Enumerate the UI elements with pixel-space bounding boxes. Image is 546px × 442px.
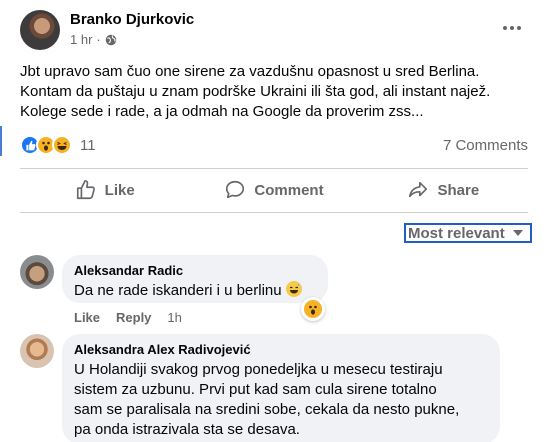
post-header: Branko Djurkovic 1 hr · <box>20 10 530 56</box>
reactions-count: 11 <box>80 136 96 154</box>
comment-author[interactable]: Aleksandar Radic <box>74 263 316 279</box>
post-time[interactable]: 1 hr <box>70 32 92 47</box>
focus-accent <box>0 126 2 156</box>
comment-sort-dropdown[interactable]: Most relevant <box>404 223 532 243</box>
haha-reaction-icon <box>52 135 72 155</box>
like-button-label: Like <box>104 181 135 199</box>
comment-text: Da ne rade iskanderi i u berlinu <box>74 281 316 301</box>
comment-like-link[interactable]: Like <box>74 310 100 325</box>
comment-text-content: Da ne rade iskanderi i u berlinu <box>74 282 282 299</box>
post-actions-bar: Like Comment Share <box>20 170 528 210</box>
comment-bubble: Aleksandar Radic Da ne rade iskanderi i … <box>62 255 328 303</box>
comment-reaction[interactable] <box>301 297 325 321</box>
post-text: Jbt upravo sam čuo one sirene za vazdušn… <box>20 62 536 122</box>
commenter-avatar[interactable] <box>20 334 54 368</box>
share-icon <box>409 181 428 198</box>
comment-reply-link[interactable]: Reply <box>116 310 151 325</box>
comment-button-label: Comment <box>254 181 324 199</box>
share-button-label: Share <box>437 181 480 199</box>
grinning-sweat-emoji-icon <box>285 281 302 297</box>
post-text-line: Kontam da puštaju u znam podrške Ukraini… <box>20 83 491 100</box>
author-avatar[interactable] <box>20 10 60 50</box>
comment-text: U Holandiji svakog prvog ponedeljka u me… <box>74 360 488 440</box>
comment-text-line: sistem za uzbunu. Prvi put kad sam cula … <box>74 381 437 398</box>
comment-text-line: sam se paralisala na sredini sobe, cekal… <box>74 401 460 418</box>
comment-author[interactable]: Aleksandra Alex Radivojević <box>74 342 488 358</box>
divider <box>20 212 528 213</box>
comment-icon <box>226 180 245 199</box>
more-options-icon[interactable] <box>500 20 524 36</box>
meta-separator: · <box>96 32 101 47</box>
divider <box>20 168 528 169</box>
post-meta: 1 hr · <box>70 32 117 47</box>
comment-text-line: pa onda istrazivala sta se desava. <box>74 421 300 438</box>
comments-count[interactable]: 7 Comments <box>443 137 528 154</box>
commenter-avatar[interactable] <box>20 255 54 289</box>
like-button[interactable]: Like <box>20 170 189 210</box>
comment-button[interactable]: Comment <box>189 170 358 210</box>
wow-reaction-icon <box>304 300 322 318</box>
post-author-name[interactable]: Branko Djurkovic <box>70 11 194 28</box>
comment-time[interactable]: 1h <box>167 310 181 325</box>
comment-bubble: Aleksandra Alex Radivojević U Holandiji … <box>62 334 500 442</box>
comment-actions: Like Reply 1h <box>74 310 182 325</box>
comment-text-line: U Holandiji svakog prvog ponedeljka u me… <box>74 361 443 378</box>
post-text-line: Kolege sede i rade, a ja odmah na Google… <box>20 103 424 120</box>
reactions-summary[interactable]: 11 <box>20 134 96 156</box>
globe-icon <box>105 34 116 45</box>
thumbs-up-icon <box>76 180 95 200</box>
post-text-line: Jbt upravo sam čuo one sirene za vazdušn… <box>20 63 480 80</box>
sort-label: Most relevant <box>408 224 505 242</box>
caret-down-icon <box>512 230 523 236</box>
share-button[interactable]: Share <box>359 170 528 210</box>
